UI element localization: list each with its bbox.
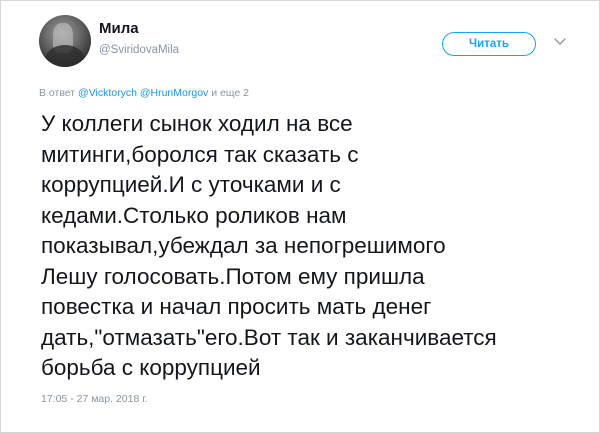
mention-link[interactable]: @HrunMorgov [140,87,208,99]
follow-button[interactable]: Читать [442,32,536,56]
tweet-card: Мила @SviridovaMila Читать В ответ @Vick… [0,0,600,433]
tweet-text-line: повестка и начал просить мать денег [41,294,432,319]
avatar-shadow [45,45,85,67]
chevron-down-icon[interactable] [553,37,567,47]
tweet-timestamp[interactable]: 17:05 - 27 мар. 2018 г. [41,393,148,405]
tweet-text-line: Лешу голосовать.Потом ему пришла [41,263,425,289]
reply-context: В ответ @Vicktorych @HrunMorgov и еще 2 [39,87,249,99]
tweet-text-line: кедами.Столько роликов нам [41,202,347,228]
mention-link[interactable]: @Vicktorych [78,87,137,99]
author-name[interactable]: Мила [99,20,139,37]
tweet-text-line: дать,"отмазать"его.Вот так и заканчивает… [41,324,497,350]
tweet-text-line: коррупцией.И с уточками и с [41,172,341,197]
tweet-text: У коллеги сынок ходил на все митинги,бор… [41,109,581,384]
tweet-text-line: показывал,убеждал за непогрешимого [41,233,446,258]
author-handle[interactable]: @SviridovaMila [99,44,179,56]
tweet-text-line: митинги,боролся так сказать с [41,141,359,167]
tweet-text-line: борьба с коррупцией [41,355,261,380]
reply-suffix[interactable]: и еще 2 [211,87,249,99]
tweet-text-line: У коллеги сынок ходил на все [41,111,353,136]
reply-prefix: В ответ [39,87,76,99]
avatar[interactable] [39,15,91,67]
